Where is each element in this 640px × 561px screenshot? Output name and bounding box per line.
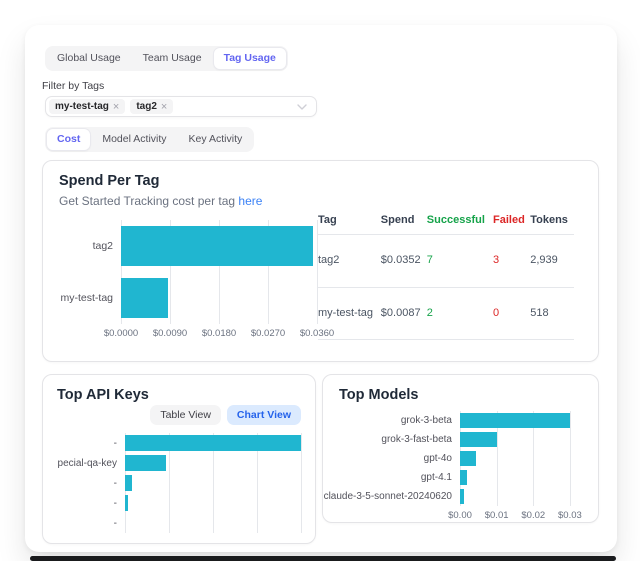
models-card-title: Top Models bbox=[339, 387, 582, 403]
chevron-down-icon[interactable] bbox=[297, 104, 307, 110]
remove-tag-icon[interactable]: × bbox=[161, 102, 167, 112]
remove-tag-icon[interactable]: × bbox=[113, 102, 119, 112]
bar bbox=[460, 432, 497, 447]
tab-key-activity[interactable]: Key Activity bbox=[179, 129, 253, 150]
table-cell: 518 bbox=[530, 287, 574, 340]
x-tick-label: $0.0360 bbox=[300, 328, 334, 339]
tag-chip[interactable]: my-test-tag × bbox=[49, 99, 125, 114]
bar bbox=[125, 455, 166, 471]
gridline bbox=[301, 433, 302, 533]
bar bbox=[460, 489, 464, 504]
table-row: tag2$0.0352732,939 bbox=[318, 235, 574, 288]
x-tick-label: $0.0270 bbox=[251, 328, 285, 339]
chart-view-button[interactable]: Chart View bbox=[227, 405, 301, 425]
usage-tab-group: Global Usage Team Usage Tag Usage bbox=[45, 46, 288, 71]
x-tick-label: $0.0000 bbox=[104, 328, 138, 339]
table-cell: 2 bbox=[427, 287, 493, 340]
bar bbox=[121, 226, 313, 266]
subtitle-text: Get Started Tracking cost per tag bbox=[59, 194, 238, 208]
x-tick-label: $0.0090 bbox=[153, 328, 187, 339]
top-models-chart: grok-3-betagrok-3-fast-betagpt-4ogpt-4.1… bbox=[339, 411, 582, 522]
tab-tag-usage[interactable]: Tag Usage bbox=[214, 48, 286, 69]
tab-global-usage[interactable]: Global Usage bbox=[47, 48, 131, 69]
column-header: Successful bbox=[427, 210, 493, 235]
spend-table-body: tag2$0.0352732,939my-test-tag$0.00872051… bbox=[318, 235, 574, 340]
tag-filter-select[interactable]: my-test-tag × tag2 × bbox=[45, 96, 317, 117]
tag-chip-label: my-test-tag bbox=[55, 101, 109, 112]
app-panel: Global Usage Team Usage Tag Usage Filter… bbox=[25, 25, 617, 552]
bar-label: grok-3-beta bbox=[339, 411, 460, 430]
x-tick-label: $0.02 bbox=[521, 510, 545, 521]
table-view-button[interactable]: Table View bbox=[150, 405, 221, 425]
bar bbox=[460, 470, 467, 485]
table-cell: 3 bbox=[493, 235, 530, 288]
bar-label: - bbox=[57, 493, 125, 513]
bar bbox=[460, 413, 570, 428]
spend-per-tag-chart: tag2my-test-tag $0.0000 $0.0090 $0.0180 $0.0… bbox=[59, 220, 317, 340]
bar bbox=[460, 451, 476, 466]
tab-model-activity[interactable]: Model Activity bbox=[92, 129, 176, 150]
bar-label: pecial-qa-key bbox=[57, 453, 125, 473]
window-bottom-shadow bbox=[30, 556, 616, 561]
gridline bbox=[317, 220, 318, 324]
spend-table-head-row: TagSpendSuccessfulFailedTokens bbox=[318, 210, 574, 235]
view-tab-group: Cost Model Activity Key Activity bbox=[45, 127, 254, 152]
bar-label: gpt-4o bbox=[339, 449, 460, 468]
bar bbox=[121, 278, 168, 318]
x-tick-label: $0.0180 bbox=[202, 328, 236, 339]
column-header: Failed bbox=[493, 210, 530, 235]
bar-label: - bbox=[57, 513, 125, 533]
bar-label: gpt-4.1 bbox=[339, 468, 460, 487]
column-header: Tag bbox=[318, 210, 381, 235]
bar bbox=[125, 475, 132, 491]
spend-per-tag-card: Spend Per Tag Get Started Tracking cost … bbox=[42, 160, 599, 362]
table-cell: 2,939 bbox=[530, 235, 574, 288]
spend-card-subtitle: Get Started Tracking cost per tag here bbox=[59, 194, 582, 208]
x-tick-label: $0.00 bbox=[448, 510, 472, 521]
table-cell: $0.0087 bbox=[381, 287, 427, 340]
bar-label: tag2 bbox=[59, 220, 121, 272]
table-cell: 0 bbox=[493, 287, 530, 340]
api-keys-card-title: Top API Keys bbox=[57, 387, 301, 403]
table-cell: tag2 bbox=[318, 235, 381, 288]
bar-label: grok-3-fast-beta bbox=[339, 430, 460, 449]
column-header: Tokens bbox=[530, 210, 574, 235]
bar-label: - bbox=[57, 473, 125, 493]
bar-label: claude-3-5-sonnet-20240620 bbox=[339, 487, 460, 506]
spend-table: TagSpendSuccessfulFailedTokens tag2$0.03… bbox=[318, 210, 574, 340]
here-link[interactable]: here bbox=[238, 194, 262, 208]
filter-by-tags-label: Filter by Tags bbox=[42, 80, 599, 92]
top-api-keys-card: Top API Keys Table View Chart View -peci… bbox=[42, 374, 316, 544]
bar-label: - bbox=[57, 433, 125, 453]
tab-cost[interactable]: Cost bbox=[47, 129, 90, 150]
bar bbox=[125, 495, 128, 511]
tab-team-usage[interactable]: Team Usage bbox=[133, 48, 212, 69]
x-tick-label: $0.03 bbox=[558, 510, 582, 521]
bar-label: my-test-tag bbox=[59, 272, 121, 324]
column-header: Spend bbox=[381, 210, 427, 235]
table-cell: 7 bbox=[427, 235, 493, 288]
top-api-keys-chart: -pecial-qa-key--- bbox=[57, 433, 301, 533]
x-tick-label: $0.01 bbox=[485, 510, 509, 521]
top-models-card: Top Models grok-3-betagrok-3-fast-betagp… bbox=[322, 374, 599, 523]
tag-chip-label: tag2 bbox=[136, 101, 157, 112]
tag-chip[interactable]: tag2 × bbox=[130, 99, 173, 114]
table-cell: $0.0352 bbox=[381, 235, 427, 288]
table-row: my-test-tag$0.008720518 bbox=[318, 287, 574, 340]
bar bbox=[125, 435, 301, 451]
spend-card-title: Spend Per Tag bbox=[59, 173, 582, 189]
